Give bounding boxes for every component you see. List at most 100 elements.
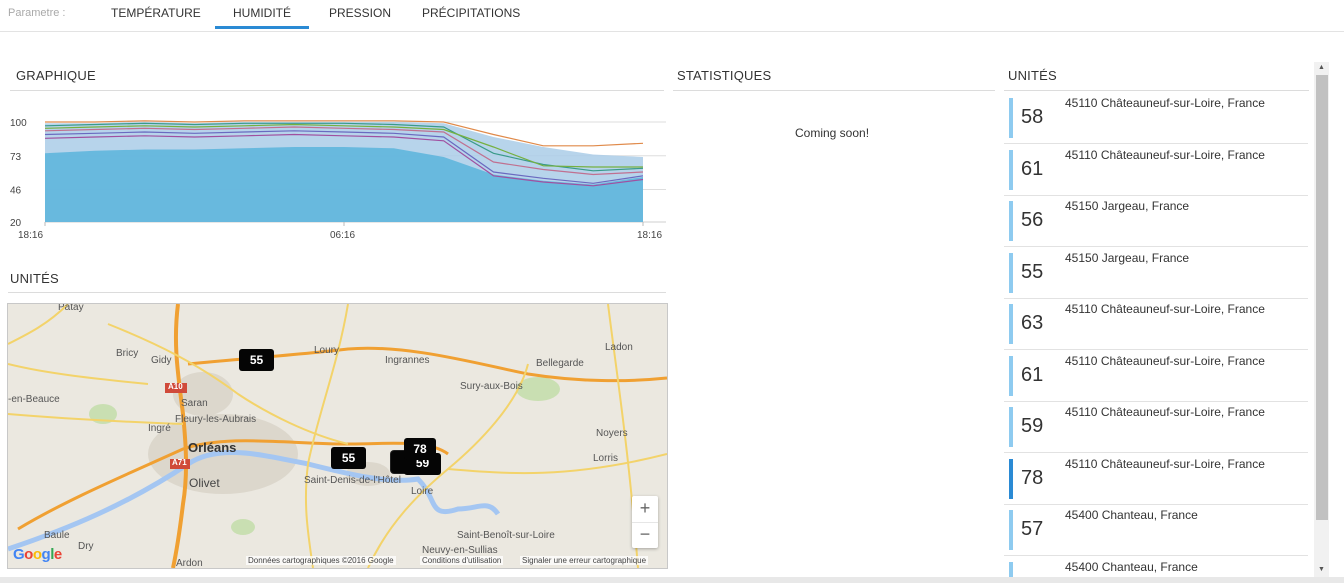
unit-humidity-value: 61 [1021, 157, 1044, 180]
humidity-chart: 100 73 46 20 18:16 06:16 18:16 [10, 118, 666, 241]
unit-list-item[interactable]: 78 45110 Châteauneuf-sur-Loire, France [1004, 453, 1308, 505]
units-map[interactable]: A10 A71 Patay Bricy Gidy Loury Ingrannes… [7, 303, 668, 569]
road-secondary [304, 304, 349, 568]
place-label: Saint-Denis-de-l'Hôtel [304, 475, 401, 486]
place-label-orleans: Orléans [188, 440, 237, 455]
place-label: Ladon [605, 342, 633, 353]
unit-location: 45150 Jargeau, France [1065, 199, 1190, 213]
road-secondary [8, 363, 149, 385]
chart-series [44, 120, 644, 222]
unit-status-bar [1009, 458, 1013, 499]
chart-x-tick-label: 06:16 [330, 230, 355, 241]
unit-list-item[interactable]: 63 45110 Châteauneuf-sur-Loire, France [1004, 298, 1308, 350]
parameter-tab-bar: Parametre : TEMPÉRATURE HUMIDITÉ PRESSIO… [0, 0, 1344, 32]
unit-humidity-value: 56 [1021, 209, 1044, 231]
map-marker[interactable]: 55 [331, 447, 366, 469]
unit-location: 45150 Jargeau, France [1065, 250, 1190, 265]
chart-x-tick-label: 18:16 [18, 230, 43, 241]
unit-humidity-value: 78 [1021, 466, 1044, 489]
scroll-up-arrow[interactable]: ▲ [1314, 62, 1329, 74]
unit-list-item[interactable]: 59 45110 Châteauneuf-sur-Loire, France [1004, 401, 1308, 453]
unit-location: 45110 Châteauneuf-sur-Loire, France [1065, 456, 1265, 471]
unit-list-item[interactable]: 55 45150 Jargeau, France [1004, 247, 1308, 299]
place-label: Baule [44, 530, 70, 541]
chart-y-tick-label: 46 [10, 186, 22, 197]
unit-status-bar [1009, 407, 1013, 447]
place-label: Loire [411, 486, 434, 497]
zoom-in-button[interactable]: + [632, 496, 658, 523]
unit-location: 45400 Chanteau, France [1065, 559, 1198, 574]
tab-precipitations[interactable]: PRÉCIPITATIONS [422, 6, 520, 20]
unit-list-item[interactable]: 57 45400 Chanteau, France [1004, 504, 1308, 556]
unit-status-bar [1009, 252, 1013, 293]
chart-y-tick-label: 73 [10, 152, 22, 163]
stats-section-divider [673, 90, 995, 91]
map-section-title: UNITÉS [10, 271, 59, 286]
parameter-label: Parametre : [8, 7, 66, 19]
unit-location: 45110 Châteauneuf-sur-Loire, France [1065, 96, 1265, 110]
map-report-error-link[interactable]: Signaler une erreur cartographique [520, 556, 649, 565]
unit-humidity-value: 63 [1021, 312, 1044, 334]
chart-x-ticks: 18:16 06:16 18:16 [18, 222, 662, 241]
stats-placeholder-text: Coming soon! [795, 126, 870, 140]
unit-location: 45110 Châteauneuf-sur-Loire, France [1065, 147, 1265, 162]
tab-humidite[interactable]: HUMIDITÉ [233, 6, 291, 20]
unit-status-bar [1009, 510, 1013, 550]
place-label: Sury-aux-Bois [460, 381, 523, 392]
map-data-attribution: Données cartographiques ©2016 Google [246, 556, 396, 565]
units-section-divider [1004, 90, 1309, 91]
place-label: Saint-Benoît-sur-Loire [457, 530, 555, 541]
unit-status-bar [1009, 149, 1013, 190]
unit-humidity-value: 57 [1021, 518, 1044, 540]
map-background [8, 304, 667, 568]
unit-humidity-value: 61 [1021, 363, 1044, 386]
unit-list-item[interactable]: 61 45110 Châteauneuf-sur-Loire, France [1004, 144, 1308, 196]
units-scrollbar-thumb[interactable] [1316, 75, 1328, 520]
page-horizontal-scrollbar[interactable] [0, 577, 1344, 583]
units-list: 58 45110 Châteauneuf-sur-Loire, France 61 4… [1004, 92, 1310, 580]
map-marker[interactable]: 55 [239, 349, 274, 371]
place-label: Fleury-les-Aubrais [175, 414, 257, 425]
place-label: Ardon [176, 558, 203, 569]
graph-section-title: GRAPHIQUE [16, 68, 96, 83]
place-label: Saran [181, 398, 208, 409]
unit-location: 45110 Châteauneuf-sur-Loire, France [1065, 353, 1265, 368]
place-label: Olivet [189, 476, 220, 490]
place-label: Lorris [593, 453, 619, 464]
active-tab-indicator [215, 26, 309, 29]
unit-humidity-value: 59 [1021, 415, 1044, 437]
map-marker[interactable]: 78 [404, 438, 436, 460]
place-label: Noyers [596, 428, 628, 439]
place-label: Ingré [148, 423, 171, 434]
unit-location: 45110 Châteauneuf-sur-Loire, France [1065, 302, 1265, 316]
unit-list-item[interactable]: 58 45110 Châteauneuf-sur-Loire, France [1004, 92, 1308, 144]
road-label-a71: A71 [172, 458, 187, 467]
chart-y-ticks: 100 73 46 20 [10, 118, 27, 229]
unit-humidity-value: 58 [1021, 106, 1044, 128]
chart-y-tick-label: 100 [10, 118, 27, 129]
unit-humidity-value: 55 [1021, 260, 1044, 283]
units-section-title: UNITÉS [1008, 68, 1057, 83]
place-label: Gidy [151, 355, 172, 366]
unit-status-bar [1009, 98, 1013, 138]
tab-pression[interactable]: PRESSION [329, 6, 391, 20]
unit-status-bar [1009, 304, 1013, 344]
stats-section-title: STATISTIQUES [677, 68, 772, 83]
place-label: Patay [58, 303, 84, 313]
place-label: Bricy [116, 348, 139, 359]
unit-list-item[interactable]: 56 45150 Jargeau, France [1004, 195, 1308, 247]
google-logo[interactable]: Google [13, 546, 62, 563]
map-section-divider [8, 292, 666, 293]
scroll-down-arrow[interactable]: ▼ [1314, 564, 1329, 576]
zoom-out-button[interactable]: − [632, 522, 658, 548]
road-label-a10: A10 [168, 382, 183, 391]
forest-area [231, 519, 255, 535]
unit-status-bar [1009, 201, 1013, 241]
map-terms-link[interactable]: Conditions d'utilisation [420, 556, 504, 565]
chart-y-tick-label: 20 [10, 218, 22, 229]
chart-x-tick-label: 18:16 [637, 230, 662, 241]
map-zoom-controls: + − [632, 496, 658, 548]
tab-temperature[interactable]: TEMPÉRATURE [111, 6, 201, 20]
unit-list-item[interactable]: 61 45110 Châteauneuf-sur-Loire, France [1004, 350, 1308, 402]
graph-section-divider [10, 90, 664, 91]
